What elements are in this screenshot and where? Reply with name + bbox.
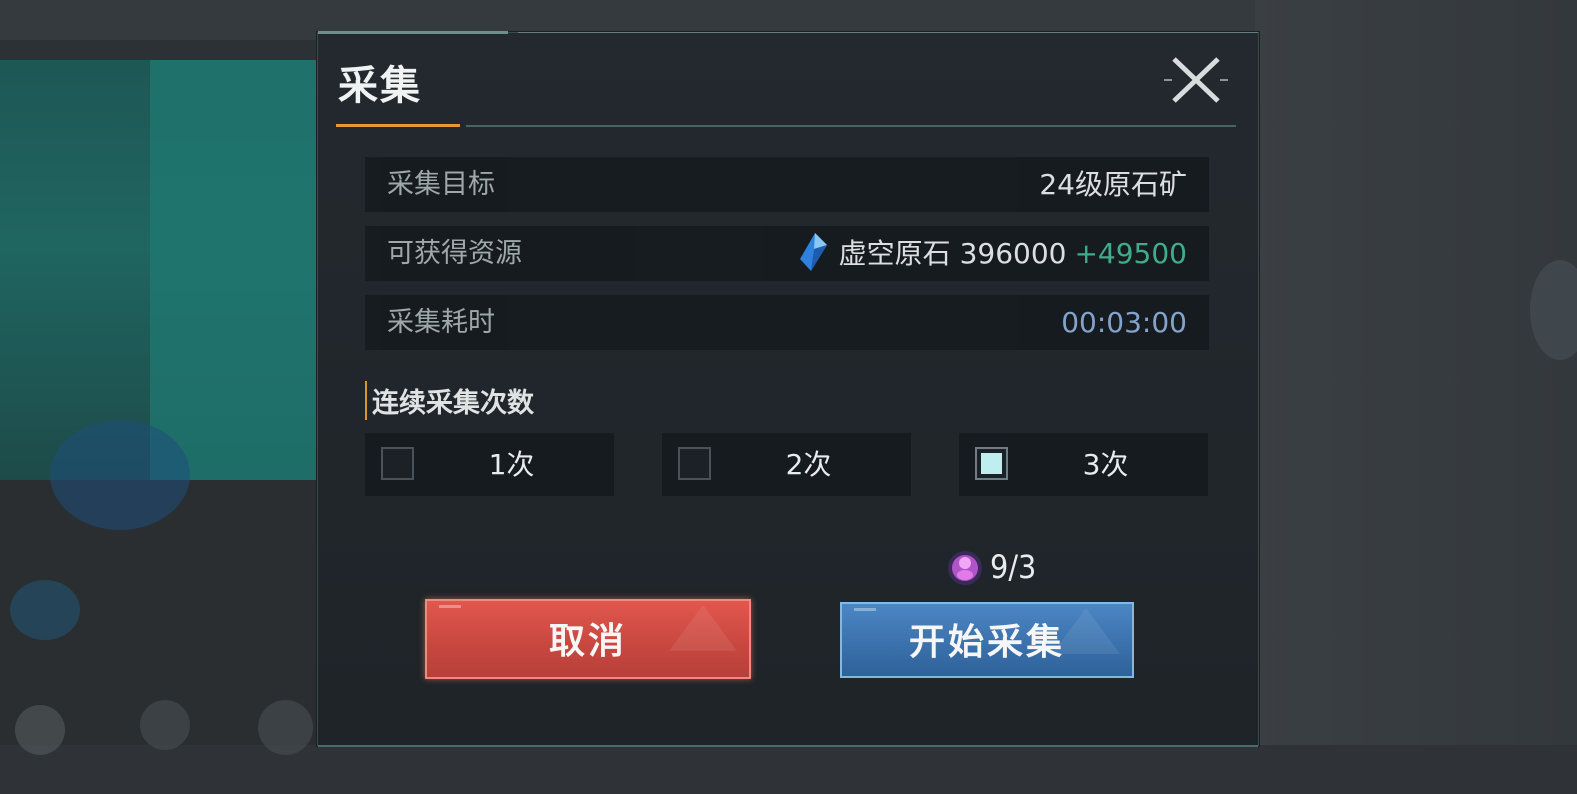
start-gather-button[interactable]: 开始采集 xyxy=(840,602,1134,678)
info-row-label: 采集目标 xyxy=(387,169,495,200)
cancel-button-label: 取消 xyxy=(548,620,627,662)
resource-bonus: +49500 xyxy=(1074,237,1187,270)
info-row-target: 采集目标 24级原石矿 xyxy=(365,157,1209,212)
close-button[interactable] xyxy=(1164,53,1228,107)
void-crystal-icon xyxy=(799,233,827,271)
info-row-resource: 可获得资源 虚空原石 396000 +49500 xyxy=(365,226,1209,281)
repeat-option-3[interactable]: 3次 xyxy=(959,433,1208,496)
info-row-label: 可获得资源 xyxy=(387,238,522,269)
stamina-count: 9/3 xyxy=(990,548,1037,586)
repeat-count-label: 连续采集次数 xyxy=(365,381,534,420)
dialog-title: 采集 xyxy=(338,62,422,109)
title-underline xyxy=(336,124,460,127)
close-x-icon xyxy=(1164,57,1228,103)
repeat-option-2[interactable]: 2次 xyxy=(662,433,911,496)
start-gather-button-label: 开始采集 xyxy=(908,621,1065,663)
title-divider xyxy=(466,125,1236,127)
gather-dialog: 采集 采集目标 24级原石矿 可获得资源 虚空原石 396000 +49500 采… xyxy=(317,31,1259,747)
info-row-label: 采集耗时 xyxy=(387,307,495,338)
stamina-cost: 9/3 xyxy=(946,545,1036,589)
repeat-option-1[interactable]: 1次 xyxy=(365,433,614,496)
info-row-duration: 采集耗时 00:03:00 xyxy=(365,295,1209,350)
duration-value: 00:03:00 xyxy=(1061,306,1187,339)
stamina-orb-icon xyxy=(948,551,982,585)
option-label: 1次 xyxy=(488,448,535,481)
resource-name: 虚空原石 xyxy=(838,237,951,270)
target-value: 24级原石矿 xyxy=(1039,168,1187,201)
option-label: 2次 xyxy=(785,448,832,481)
resource-value: 虚空原石 396000 +49500 xyxy=(797,226,1187,281)
resource-amount: 396000 xyxy=(959,237,1067,270)
cancel-button[interactable]: 取消 xyxy=(425,599,751,679)
option-label: 3次 xyxy=(1082,448,1129,481)
